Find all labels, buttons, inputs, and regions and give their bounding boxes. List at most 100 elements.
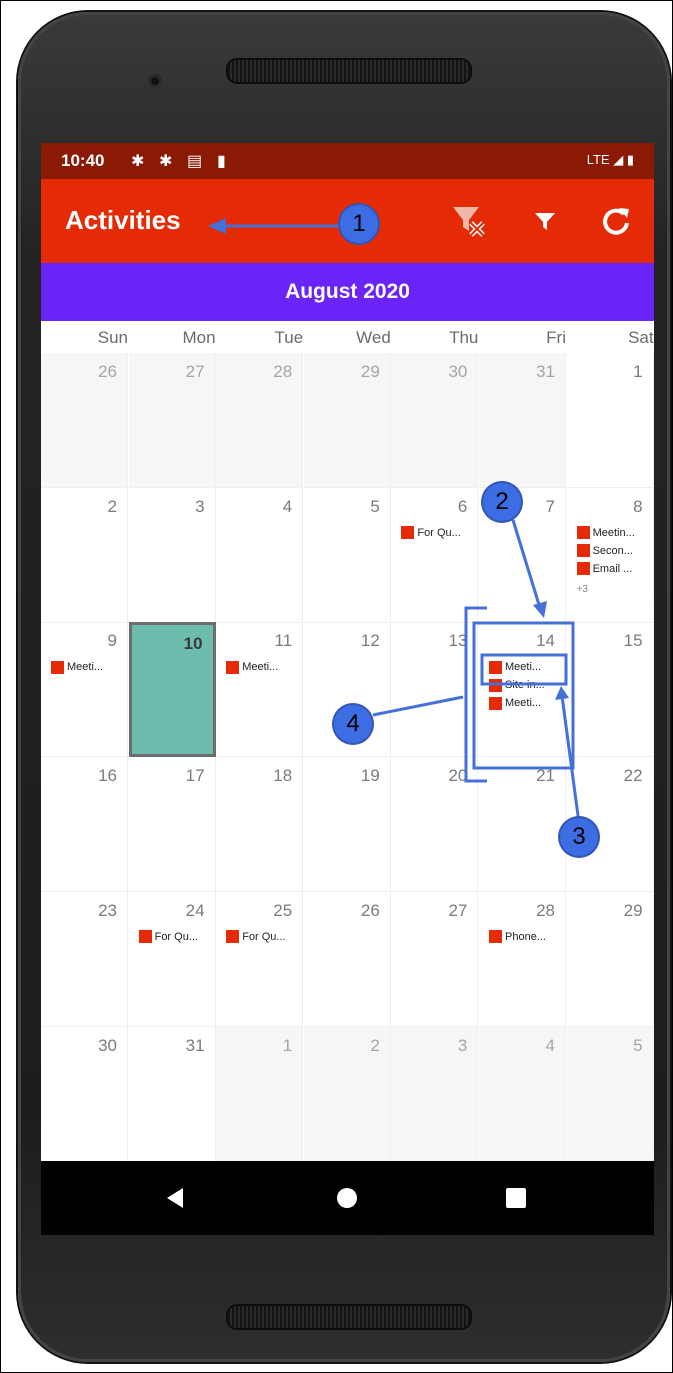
day-number: 3 [195,496,205,516]
weekday-label: Thu [449,328,479,347]
day-number: 9 [107,631,117,651]
event-chip[interactable]: Site in... [489,677,545,693]
day-number: 14 [536,631,555,651]
day-cell[interactable]: 31 [128,1026,216,1162]
event-color-marker [226,660,240,674]
day-cell[interactable]: 19 [303,757,391,893]
event-color-marker [51,660,64,674]
page-title: Activities [65,205,181,235]
day-cell[interactable]: 30 [391,353,479,488]
day-number: 26 [98,362,117,381]
day-cell[interactable]: 26 [41,353,128,488]
day-cell[interactable]: 29 [303,353,391,488]
network-type: LTE [586,152,610,167]
event-chip[interactable]: For Qu... [401,525,461,541]
bottom-speaker [226,1304,472,1330]
status-time: 10:40 [61,151,105,170]
event-chip[interactable]: Meeti... [489,695,541,711]
day-cell[interactable]: 1 [216,1026,304,1162]
filter-button[interactable] [525,201,565,241]
event-color-marker [226,930,240,944]
day-cell-today[interactable]: 10 [128,622,216,758]
day-number: 18 [273,766,293,786]
event-chip[interactable]: Meeti... [489,659,541,675]
day-number: 11 [274,631,293,651]
day-cell[interactable]: 11 Meeti... [216,622,304,758]
day-cell[interactable]: 28 Phone... [479,891,566,1027]
refresh-icon [603,208,629,235]
event-color-marker [138,930,152,944]
day-cell[interactable]: 5 [303,487,391,623]
clear-filter-button[interactable] [449,201,489,241]
weekday-label: Mon [182,328,216,347]
event-title: Email ... [592,562,633,575]
day-cell[interactable]: 6 For Qu... [391,487,479,623]
day-number: 19 [360,766,380,786]
day-number: 28 [536,900,555,920]
day-cell[interactable]: 5 [566,1026,654,1162]
day-cell[interactable]: 26 [303,891,391,1027]
day-number: 29 [360,362,380,381]
day-cell[interactable]: 16 [41,757,128,893]
day-cell[interactable]: 27 [128,353,216,488]
day-cell[interactable]: 3 [391,1026,479,1162]
refresh-button[interactable] [596,201,636,241]
day-cell[interactable]: 29 [566,891,654,1027]
day-number: 24 [185,900,205,920]
day-cell[interactable]: 20 [391,757,479,893]
day-number: 8 [633,496,643,516]
event-chip[interactable]: For Qu... [138,929,198,945]
day-cell[interactable]: 9 Meeti... [41,622,128,758]
day-cell[interactable]: 2 [303,1026,391,1162]
weekday-header: Sun Mon Tue Wed Thu Fri Sat [41,323,654,353]
event-chip[interactable]: Meetin... [576,525,635,541]
day-cell[interactable]: 18 [216,757,304,893]
event-color-marker [489,678,502,692]
event-chip[interactable]: Meeti... [226,659,278,675]
day-number: 5 [370,496,380,516]
event-chip[interactable]: Meeti... [51,659,103,675]
top-speaker [226,58,472,84]
day-cell[interactable]: 28 [216,353,304,488]
back-button[interactable] [160,1183,190,1213]
day-cell[interactable]: 31 [479,353,566,488]
day-number: 10 [183,634,203,654]
home-button[interactable] [332,1183,362,1213]
event-chip[interactable]: For Qu... [226,929,286,945]
day-cell[interactable]: 8 Meetin... Secon... Email ... +3 [566,487,654,623]
event-title: Meeti... [505,697,542,710]
day-cell[interactable]: 27 [391,891,479,1027]
event-title: For Qu... [154,930,198,943]
day-cell[interactable]: 25 For Qu... [216,891,304,1027]
recents-button[interactable] [501,1183,531,1213]
more-events-link[interactable]: +3 [577,584,588,595]
day-cell[interactable]: 2 [41,487,128,623]
event-chip[interactable]: Phone... [489,929,546,945]
event-chip[interactable]: Secon... [576,543,633,559]
day-cell[interactable]: 15 [566,622,654,758]
day-number: 31 [536,362,555,381]
event-chip[interactable]: Email ... [576,561,633,577]
day-cell[interactable]: 17 [128,757,216,893]
day-cell[interactable]: 1 [566,353,654,488]
day-number: 2 [370,1035,380,1055]
day-cell[interactable]: 4 [216,487,304,623]
day-number: 1 [282,1035,293,1055]
day-number: 15 [623,631,643,651]
clear-filter-icon [453,207,485,237]
day-cell[interactable]: 30 [41,1026,128,1162]
day-number: 6 [457,496,468,516]
day-cell[interactable]: 21 [479,757,566,893]
signal-icon: ◢ [613,152,624,167]
recents-icon [506,1188,526,1208]
day-cell[interactable]: 3 [128,487,216,623]
month-header[interactable]: August 2020 [41,263,654,321]
day-cell[interactable]: 13 [391,622,479,758]
day-cell[interactable]: 24 For Qu... [128,891,216,1027]
event-title: Site in... [505,679,545,692]
day-cell[interactable]: 14 Meeti... Site in... Meeti... [479,622,566,758]
day-number: 30 [98,1035,117,1055]
day-cell[interactable]: 4 [479,1026,566,1162]
day-number: 20 [448,766,468,786]
day-cell[interactable]: 23 [41,891,128,1027]
